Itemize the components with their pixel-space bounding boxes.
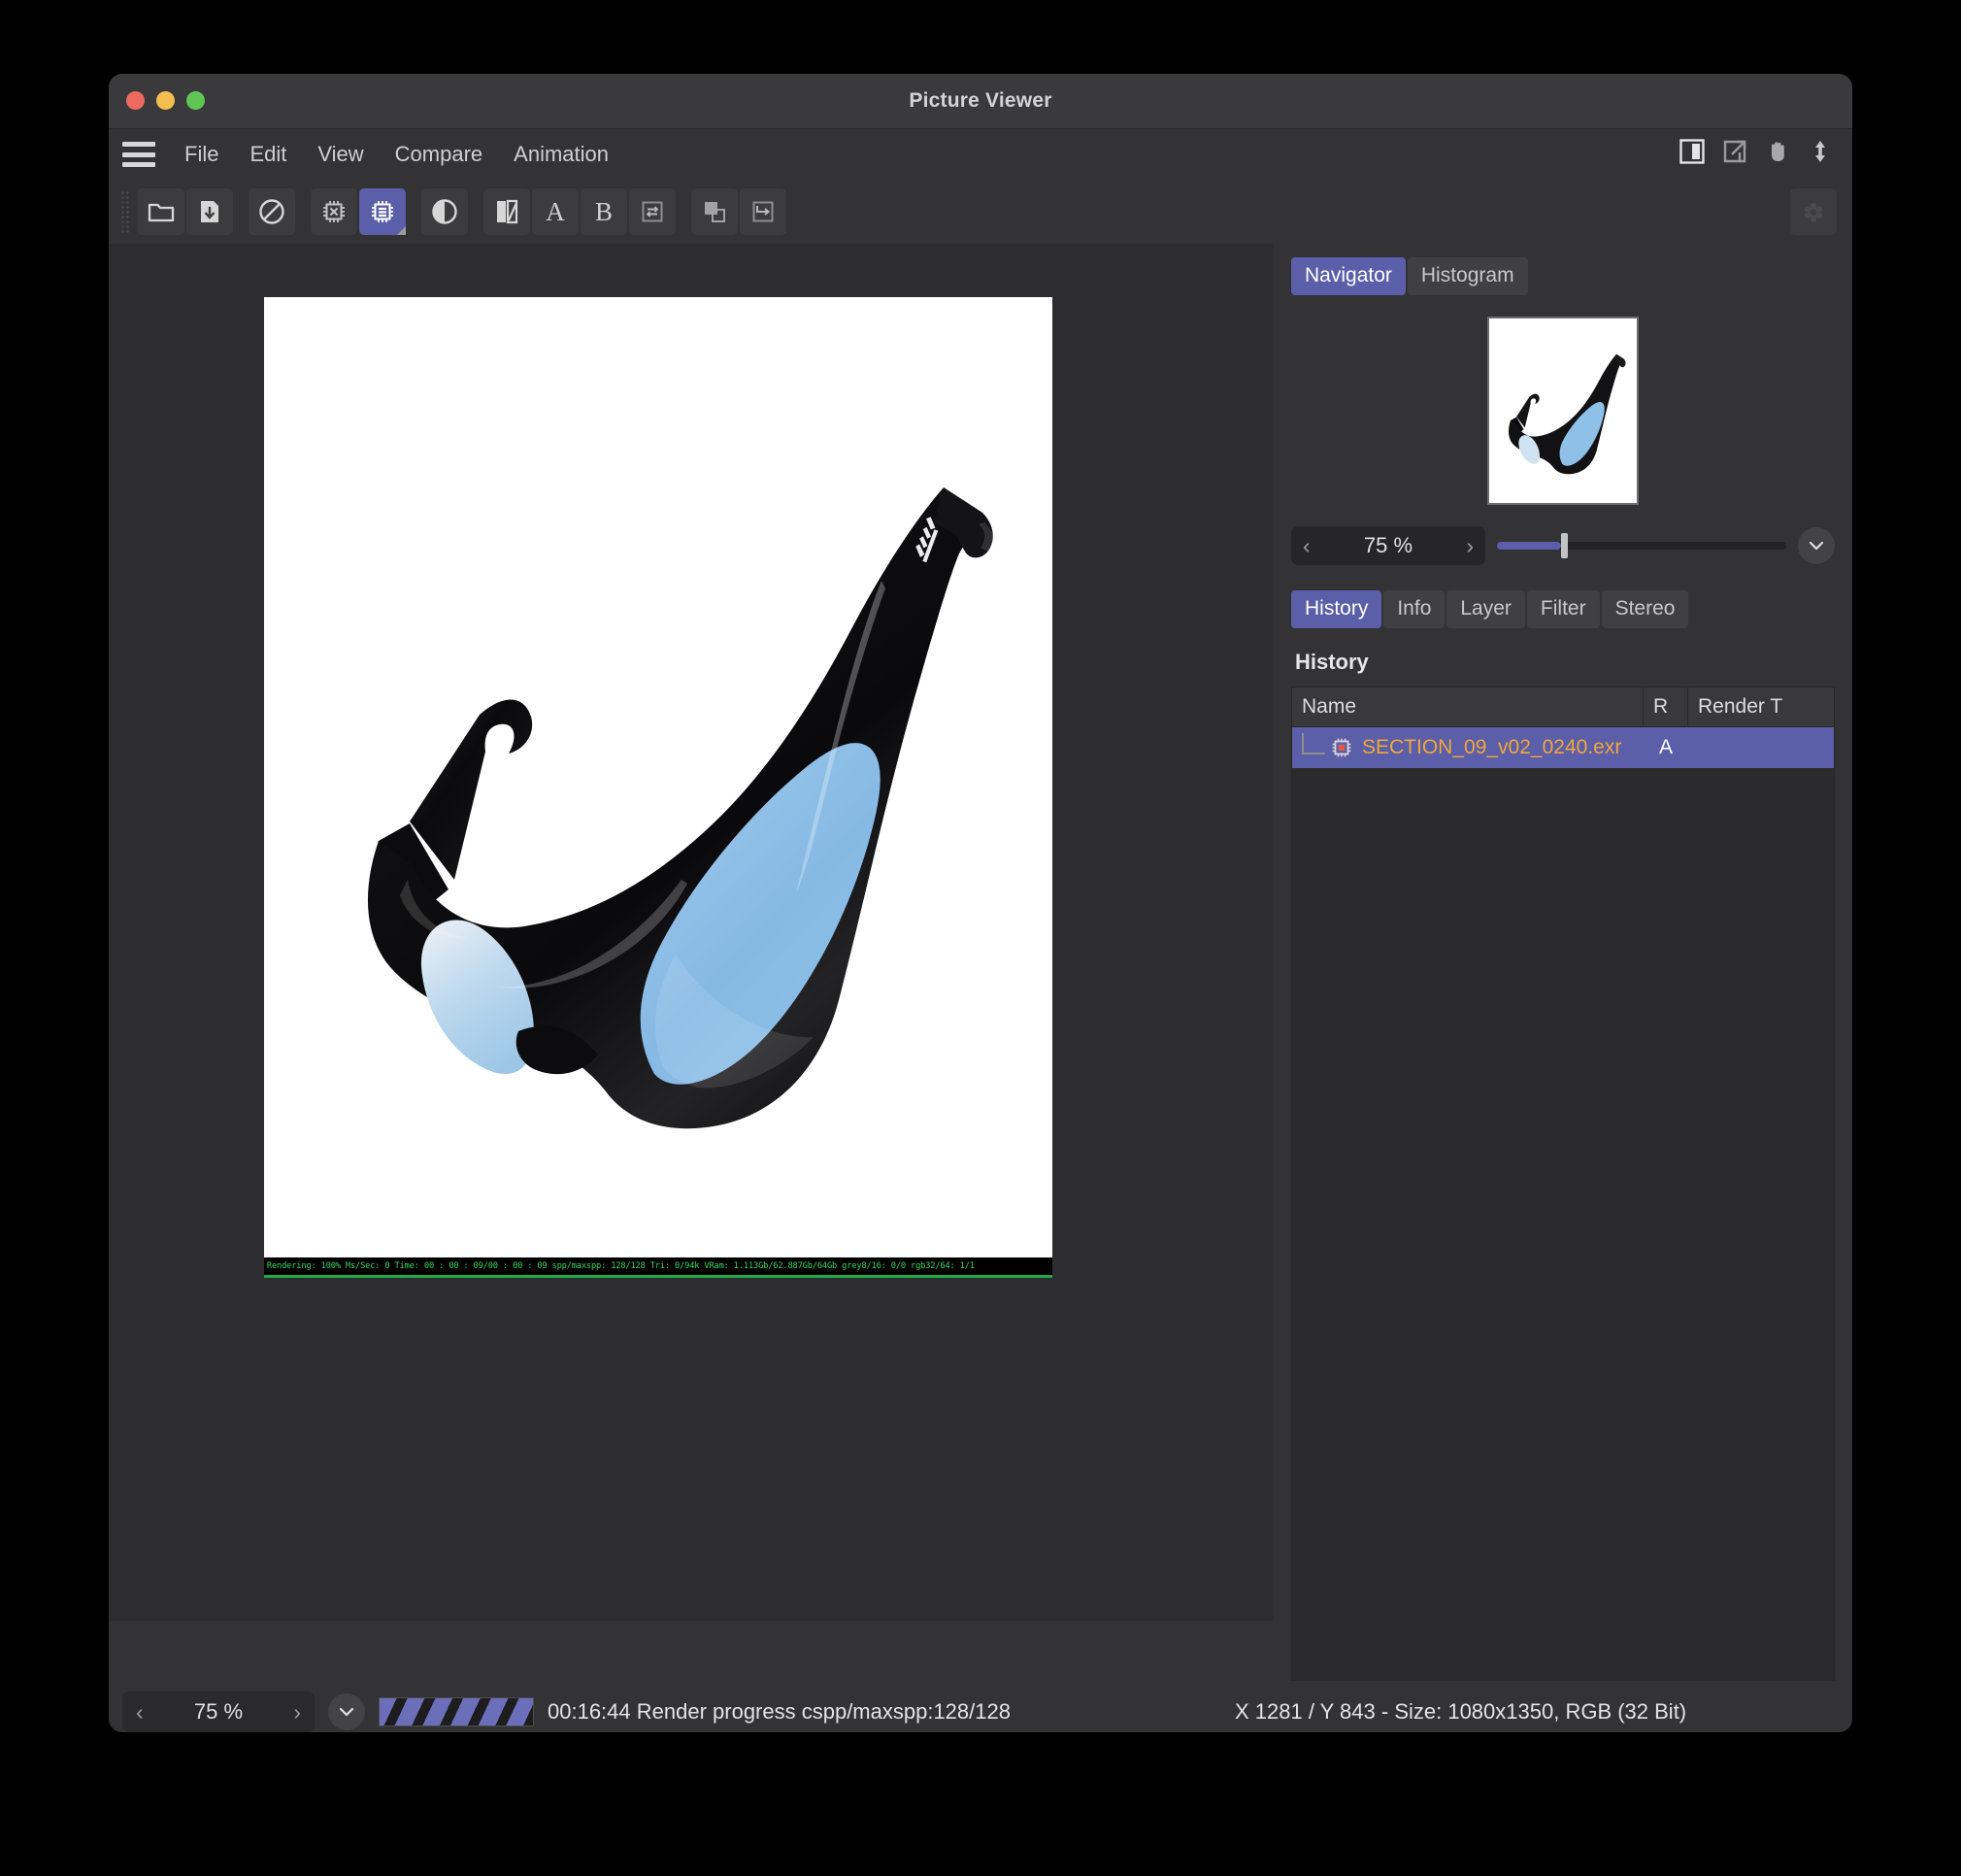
image-viewport[interactable]: Rendering: 100% Ms/Sec: 0 Time: 00 : 00 … [109,244,1274,1621]
render-stats-text: Rendering: 100% Ms/Sec: 0 Time: 00 : 00 … [266,1261,975,1271]
menu-item-animation[interactable]: Animation [498,138,624,171]
toolbar-group-stop [249,188,295,235]
tab-info[interactable]: Info [1383,590,1446,628]
toolbar-right-group [1790,188,1837,235]
slot-a-label: A [546,196,565,226]
open-external-icon[interactable] [1720,137,1749,166]
statusbar-zoom-increase-icon[interactable]: › [293,1700,301,1724]
main-content: Rendering: 100% Ms/Sec: 0 Time: 00 : 00 … [109,244,1852,1710]
navigator-zoom-value: 75 % [1363,533,1413,557]
contrast-icon[interactable] [421,188,468,235]
navigator-options-button[interactable] [1798,527,1835,564]
statusbar-zoom-stepper[interactable]: ‹ 75 % › [122,1692,315,1732]
history-item-slot: A [1658,736,1673,758]
open-folder-icon[interactable] [138,188,184,235]
chevron-down-icon [1809,541,1824,551]
history-table[interactable]: Name R Render T SECTION_09_v02_0240.exr … [1291,687,1835,1687]
column-header-name[interactable]: Name [1292,687,1644,726]
compare-split-icon[interactable] [483,188,530,235]
vertical-resize-icon[interactable] [1806,137,1835,166]
hamburger-menu-icon[interactable] [122,142,155,167]
zoom-decrease-icon[interactable]: ‹ [1303,534,1311,557]
cpu-render-chip-icon [1329,735,1354,760]
tab-stereo[interactable]: Stereo [1601,590,1689,628]
toolbar-group-render [311,188,406,235]
render-progress-label: 00:16:44 Render progress cspp/maxspp:128… [548,1699,1011,1724]
chevron-down-icon [339,1707,354,1717]
window-title: Picture Viewer [909,89,1052,112]
history-panel-title: History [1295,650,1369,674]
layers-icon[interactable] [691,188,738,235]
split-view-icon[interactable] [1678,137,1707,166]
save-download-icon[interactable] [186,188,233,235]
tab-navigator[interactable]: Navigator [1291,257,1406,295]
tab-history[interactable]: History [1291,590,1382,628]
sunglasses-render-image [264,297,1052,1278]
navigator-thumbnail-image [1489,318,1637,503]
menu-item-compare[interactable]: Compare [380,138,498,171]
cpu-render-icon[interactable] [359,188,406,235]
pan-hand-icon[interactable] [1763,137,1792,166]
menu-bar: File Edit View Compare Animation [109,129,1852,180]
navigator-tabs: Navigator Histogram [1291,257,1835,295]
statusbar-zoom-decrease-icon[interactable]: ‹ [136,1700,144,1724]
navigator-thumbnail[interactable] [1487,317,1639,505]
cursor-coordinates-label: X 1281 / Y 843 - Size: 1080x1350, RGB (3… [1235,1699,1687,1724]
tab-filter[interactable]: Filter [1526,590,1600,628]
zoom-slider-handle[interactable] [1560,533,1568,558]
history-item-filename: SECTION_09_v02_0240.exr [1362,736,1622,758]
render-stats-overlay: Rendering: 100% Ms/Sec: 0 Time: 00 : 00 … [264,1257,1052,1278]
navigator-zoom-slider[interactable] [1497,533,1786,558]
slot-b-label: B [594,196,613,226]
main-toolbar: A B [109,180,1852,244]
toolbar-group-layers [691,188,786,235]
menu-item-edit[interactable]: Edit [234,138,302,171]
toolbar-group-compare: A B [483,188,676,235]
navigator-zoom-row: ‹ 75 % › [1291,526,1835,565]
column-header-r[interactable]: R [1644,687,1688,726]
zoom-slider-fill [1497,542,1561,550]
status-bar: ‹ 75 % › 00:16:44 Render progress cspp/m… [109,1681,1852,1732]
inspector-tabs: History Info Layer Filter Stereo [1291,590,1835,628]
send-to-icon[interactable] [740,188,786,235]
swap-ab-icon[interactable] [629,188,676,235]
zoom-increase-icon[interactable]: › [1466,534,1474,557]
toolbar-group-contrast [421,188,468,235]
slot-a-letter[interactable]: A [532,188,579,235]
statusbar-zoom-value: 75 % [193,1699,244,1724]
progress-bar-stripes [380,1698,533,1725]
statusbar-zoom-options-button[interactable] [328,1693,365,1730]
tree-branch-line [1302,733,1325,754]
no-entry-icon[interactable] [249,188,295,235]
toolbar-grip[interactable] [120,190,130,233]
right-panel: Navigator Histogram ‹ 75 % › History Inf… [1274,244,1852,1710]
image-canvas[interactable]: Rendering: 100% Ms/Sec: 0 Time: 00 : 00 … [264,297,1052,1278]
render-progress-bar [379,1697,534,1726]
history-table-header: Name R Render T [1292,687,1834,727]
navigator-zoom-stepper[interactable]: ‹ 75 % › [1291,526,1485,565]
menu-item-file[interactable]: File [169,138,234,171]
cpu-stop-icon[interactable] [311,188,357,235]
render-settings-icon[interactable] [1790,188,1837,235]
menu-item-view[interactable]: View [302,138,379,171]
column-header-render-time[interactable]: Render T [1688,687,1834,726]
picture-viewer-window: Picture Viewer File Edit View Compare An… [109,74,1852,1732]
slot-b-letter[interactable]: B [581,188,627,235]
menubar-right-icons [1678,137,1835,166]
window-titlebar: Picture Viewer [109,74,1852,129]
history-row-name-cell: SECTION_09_v02_0240.exr [1292,733,1644,762]
tab-histogram[interactable]: Histogram [1407,257,1528,295]
table-row[interactable]: SECTION_09_v02_0240.exr A [1292,727,1834,768]
toolbar-group-file [138,188,233,235]
tab-layer[interactable]: Layer [1446,590,1525,628]
